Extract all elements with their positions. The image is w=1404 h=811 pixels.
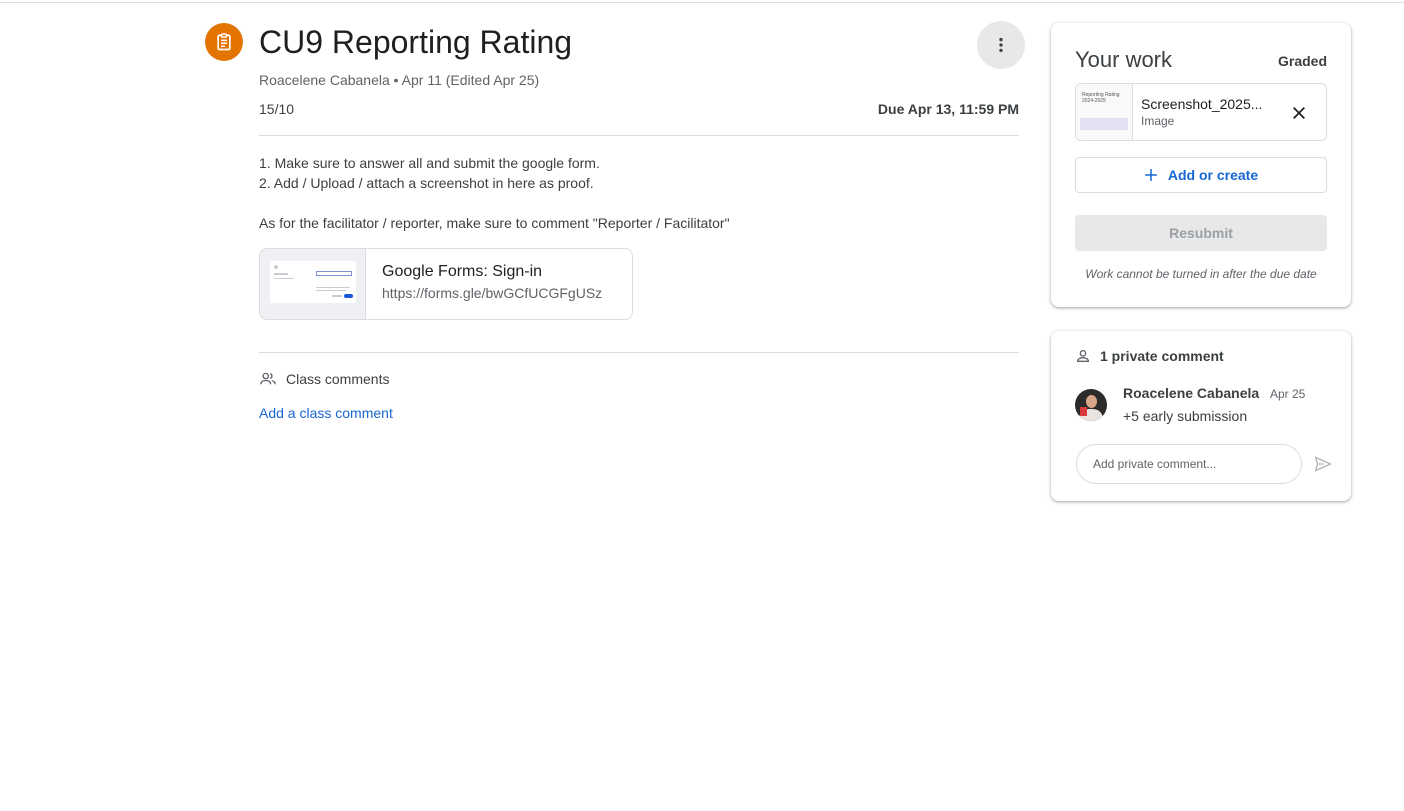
header-divider (259, 135, 1019, 136)
private-comments-header: 1 private comment (1075, 348, 1224, 364)
comment-author: Roacelene Cabanela (1123, 385, 1260, 401)
person-icon (1076, 350, 1090, 362)
attachment-thumbnail (260, 249, 366, 319)
points-score: 15/10 (259, 101, 295, 117)
file-thumbnail: Reporting Rating 2024-2025 (1076, 84, 1133, 140)
resubmit-button[interactable]: Resubmit (1075, 215, 1327, 251)
attachment-title: Google Forms: Sign-in (382, 263, 543, 280)
add-class-comment-link[interactable]: Add a class comment (259, 405, 393, 421)
your-work-card: Your work Graded Reporting Rating 2024-2… (1051, 23, 1351, 307)
instructions: 1. Make sure to answer all and submit th… (259, 153, 1019, 233)
send-comment-button[interactable] (1309, 450, 1337, 478)
class-comments-header: Class comments (259, 370, 389, 388)
plus-icon (1145, 169, 1157, 181)
your-work-title: Your work (1075, 47, 1173, 72)
private-comment-input[interactable] (1076, 444, 1302, 484)
top-divider (0, 2, 1404, 3)
work-note: Work cannot be turned in after the due d… (1085, 267, 1317, 281)
comments-divider (259, 352, 1019, 353)
close-icon (1293, 107, 1305, 119)
assignment-meta: Roacelene Cabanela • Apr 11 (Edited Apr … (259, 72, 540, 88)
comment-text: +5 early submission (1123, 408, 1248, 424)
submitted-file-chip[interactable]: Reporting Rating 2024-2025 Screenshot_20… (1075, 83, 1327, 141)
file-name: Screenshot_2025... (1141, 96, 1263, 112)
work-status-badge: Graded (1277, 53, 1327, 69)
comment-date: Apr 25 (1270, 387, 1306, 401)
send-icon (1314, 456, 1332, 472)
people-icon (260, 372, 276, 385)
instruction-line: 1. Make sure to answer all and submit th… (259, 155, 600, 171)
avatar (1075, 389, 1107, 421)
add-or-create-button[interactable]: Add or create (1075, 157, 1327, 193)
instruction-line: As for the facilitator / reporter, make … (259, 215, 730, 231)
add-or-create-label: Add or create (1167, 167, 1259, 183)
assignment-icon (205, 23, 243, 61)
remove-file-button[interactable] (1286, 100, 1312, 126)
instruction-line: 2. Add / Upload / attach a screenshot in… (259, 175, 594, 191)
due-date: Due Apr 13, 11:59 PM (877, 101, 1019, 117)
more-vert-icon (999, 37, 1003, 53)
private-comments-card: 1 private comment Roacelene Cabanela Apr… (1051, 331, 1351, 501)
attachment-card[interactable]: Google Forms: Sign-in https://forms.gle/… (259, 248, 633, 320)
private-comments-count: 1 private comment (1100, 348, 1224, 364)
page-title: CU9 Reporting Rating (259, 24, 573, 60)
class-comments-label: Class comments (286, 371, 390, 387)
file-type: Image (1141, 114, 1175, 128)
more-options-button[interactable] (977, 21, 1025, 69)
attachment-url: https://forms.gle/bwGCfUCGFgUSz (382, 285, 603, 301)
